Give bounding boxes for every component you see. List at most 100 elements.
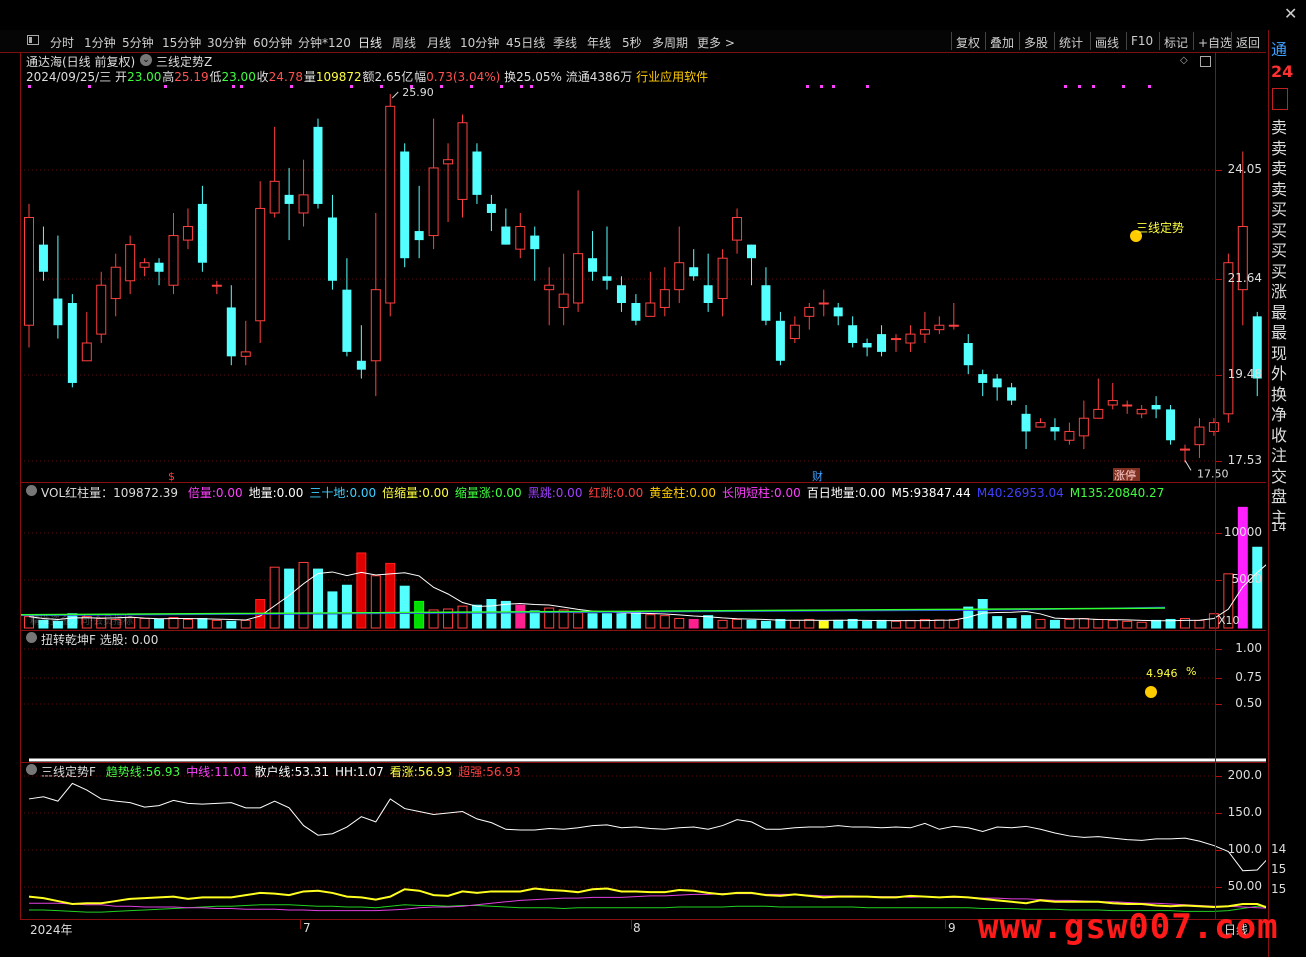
candle[interactable]	[110, 253, 121, 317]
candle[interactable]	[544, 267, 555, 326]
vol-bar[interactable]	[760, 620, 771, 629]
vol-bar[interactable]	[948, 618, 959, 629]
vol-bar[interactable]	[602, 613, 612, 629]
candle[interactable]	[775, 311, 785, 366]
candle[interactable]	[848, 316, 858, 348]
period-tab-1[interactable]: 1分钟	[84, 34, 116, 51]
vol-bar[interactable]	[168, 617, 179, 629]
candle[interactable]	[862, 338, 872, 357]
candle[interactable]	[789, 316, 800, 343]
period-tab-10[interactable]: 10分钟	[460, 34, 499, 51]
candle[interactable]	[154, 258, 164, 286]
vol-bar[interactable]	[1064, 618, 1075, 629]
period-tab-16[interactable]: 更多 >	[697, 34, 735, 51]
vol-bar[interactable]	[862, 620, 873, 629]
volume-chart[interactable]: 精准资金方向·会员指标	[0, 483, 1266, 630]
candle[interactable]	[732, 208, 743, 254]
toolbar-right-6[interactable]: 标记	[1164, 34, 1188, 51]
candle[interactable]	[313, 118, 323, 209]
period-tab-13[interactable]: 年线	[587, 34, 611, 51]
candle[interactable]	[443, 143, 454, 223]
candle[interactable]	[1166, 404, 1176, 445]
vol-bar[interactable]	[775, 618, 786, 629]
vol-bar[interactable]	[457, 605, 468, 629]
candle[interactable]	[327, 194, 337, 290]
vol-bar[interactable]	[313, 568, 323, 629]
vol-bar[interactable]	[284, 568, 295, 629]
candle[interactable]	[645, 271, 656, 317]
vol-bar[interactable]	[1078, 618, 1089, 629]
period-tab-14[interactable]: 5秒	[622, 34, 642, 51]
candle[interactable]	[182, 208, 193, 250]
toolbar-right-4[interactable]: 画线	[1095, 34, 1119, 51]
toolbar-right-8[interactable]: 返回	[1236, 34, 1260, 51]
period-tab-3[interactable]: 15分钟	[162, 34, 201, 51]
vol-bar[interactable]	[616, 613, 627, 629]
vol-bar[interactable]	[1107, 619, 1118, 629]
vol-bar[interactable]	[399, 585, 410, 629]
candle[interactable]	[342, 258, 352, 357]
period-tab-0[interactable]: 分时	[50, 34, 74, 51]
candle[interactable]	[1021, 404, 1031, 450]
candle[interactable]	[919, 311, 930, 343]
candle[interactable]	[616, 276, 626, 312]
candle[interactable]	[284, 167, 294, 241]
vol-bar[interactable]	[486, 599, 497, 629]
toolbar-right-1[interactable]: 叠加	[990, 34, 1014, 51]
period-tab-11[interactable]: 45日线	[506, 34, 545, 51]
vol-bar[interactable]	[414, 600, 425, 629]
vol-bar[interactable]	[630, 611, 641, 629]
vol-bar[interactable]	[471, 604, 482, 629]
vol-bar[interactable]	[211, 619, 222, 629]
candle[interactable]	[356, 325, 366, 379]
vol-bar[interactable]	[327, 591, 338, 629]
vol-bar[interactable]	[891, 620, 901, 629]
vol-bar[interactable]	[529, 610, 540, 629]
candle[interactable]	[804, 303, 815, 330]
candle[interactable]	[674, 226, 685, 303]
vol-bar[interactable]	[370, 575, 381, 629]
candle[interactable]	[934, 316, 945, 335]
turn-chart[interactable]: 4.946%	[0, 630, 1266, 762]
vol-bar[interactable]	[1252, 546, 1263, 629]
close-icon[interactable]: ✕	[1284, 4, 1297, 23]
candle[interactable]	[385, 94, 396, 317]
candle[interactable]	[905, 325, 916, 352]
period-tab-12[interactable]: 季线	[553, 34, 577, 51]
period-tab-8[interactable]: 周线	[392, 34, 416, 51]
candle[interactable]	[1107, 382, 1118, 410]
vol-bar[interactable]	[1021, 615, 1032, 629]
vol-bar[interactable]	[732, 618, 743, 629]
toolbar-right-0[interactable]: 复权	[956, 34, 980, 51]
candle[interactable]	[1093, 378, 1104, 419]
candle[interactable]	[400, 143, 410, 268]
period-tab-15[interactable]: 多周期	[652, 34, 688, 51]
vol-bar[interactable]	[746, 619, 757, 629]
vol-bar[interactable]	[934, 619, 945, 629]
vol-bar[interactable]	[1136, 621, 1147, 629]
candle[interactable]	[891, 334, 901, 352]
candle[interactable]	[240, 320, 251, 366]
candle[interactable]	[226, 285, 236, 366]
vol-bar[interactable]	[1122, 620, 1133, 629]
candle[interactable]	[558, 253, 569, 326]
vol-bar[interactable]	[515, 604, 526, 629]
vol-bar[interactable]	[1006, 618, 1017, 629]
candle[interactable]	[1252, 311, 1262, 397]
vol-bar[interactable]	[1049, 619, 1060, 629]
toolbar-right-2[interactable]: 多股	[1024, 34, 1048, 51]
period-tab-9[interactable]: 月线	[427, 34, 451, 51]
candle[interactable]	[588, 231, 598, 281]
vol-bar[interactable]	[226, 620, 237, 629]
toolbar-right-5[interactable]: F10	[1131, 34, 1153, 48]
candle[interactable]	[1194, 418, 1205, 458]
candle[interactable]	[833, 303, 843, 326]
vol-bar[interactable]	[385, 562, 396, 629]
period-tab-4[interactable]: 30分钟	[207, 34, 246, 51]
vol-bar[interactable]	[139, 618, 150, 629]
vol-bar[interactable]	[197, 618, 208, 629]
candle[interactable]	[96, 271, 107, 343]
candle[interactable]	[67, 294, 77, 388]
candle[interactable]	[573, 190, 584, 312]
candle[interactable]	[1122, 400, 1133, 414]
